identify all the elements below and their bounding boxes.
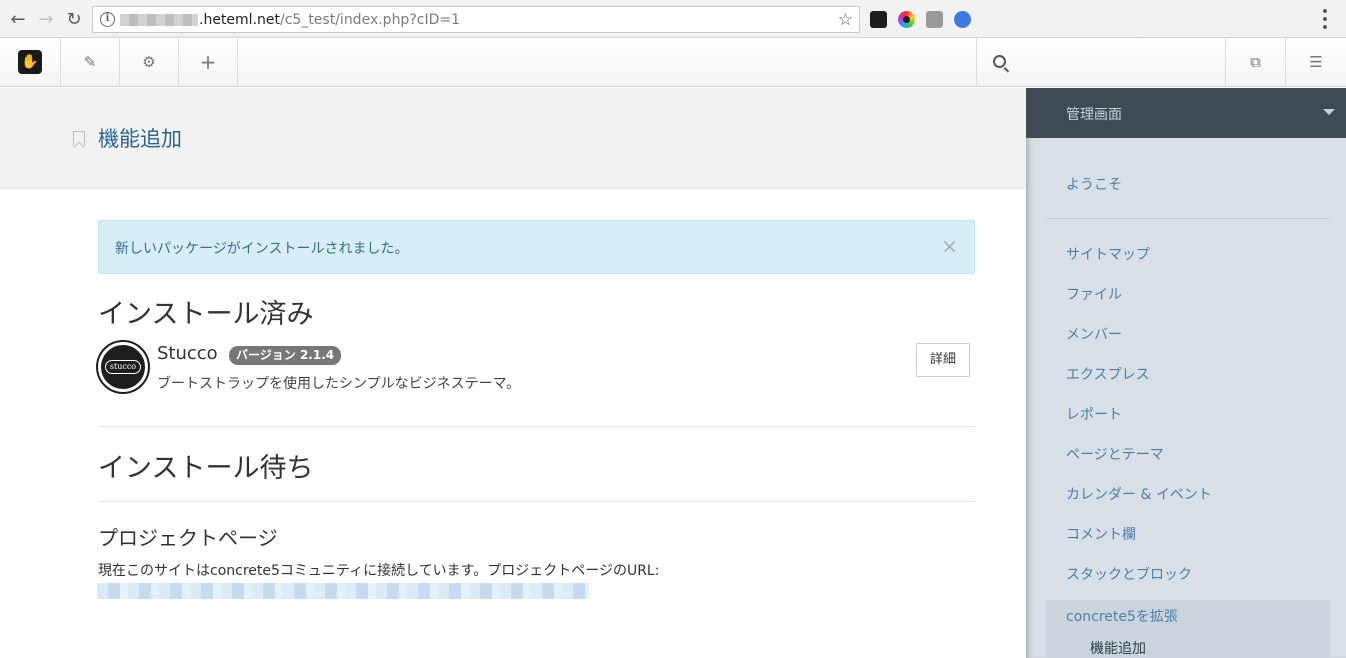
search-icon <box>993 55 1006 68</box>
sidebar-item-welcome[interactable]: ようこそ <box>1066 174 1122 194</box>
sidebar-item-extend[interactable]: concrete5を拡張 <box>1066 606 1178 626</box>
sidebar-item-files[interactable]: ファイル <box>1066 284 1122 304</box>
sidebar-item-comments[interactable]: コメント欄 <box>1066 524 1136 544</box>
sidebar-item-stacks-blocks[interactable]: スタックとブロック <box>1066 564 1192 584</box>
bookmark-star-icon[interactable]: ☆ <box>838 10 853 30</box>
sidebar-item-express[interactable]: エクスプレス <box>1066 364 1150 384</box>
project-description: 現在このサイトはconcrete5コミュニティに接続しています。プロジェクトペー… <box>98 563 660 579</box>
caret-down-icon[interactable] <box>1323 109 1335 115</box>
reload-icon[interactable]: ↻ <box>64 9 84 30</box>
sidebar-item-members[interactable]: メンバー <box>1066 324 1122 344</box>
address-bar[interactable]: i .heteml.net/c5_test/index.php?cID=1 ☆ <box>92 6 860 33</box>
add-content-button[interactable]: + <box>179 38 238 86</box>
version-badge: バージョン 2.1.4 <box>229 346 342 365</box>
sidebar-item-pages-themes[interactable]: ページとテーマ <box>1066 444 1164 464</box>
installed-heading: インストール済み <box>98 299 314 330</box>
bookmark-icon[interactable] <box>73 131 85 146</box>
url-text[interactable]: .heteml.net/c5_test/index.php?cID=1 <box>199 12 460 28</box>
sidebar-item-calendar[interactable]: カレンダー & イベント <box>1066 484 1212 504</box>
cms-toolbar: ✋ ✎ ⚙ + ⧉ ☰ <box>0 38 1346 87</box>
edit-button[interactable]: ✎ <box>61 38 120 86</box>
package-description: ブートストラップを使用したシンプルなビジネステーマ。 <box>157 376 521 392</box>
logo-button[interactable]: ✋ <box>0 38 61 86</box>
sidebar-item-sitemap[interactable]: サイトマップ <box>1066 244 1150 264</box>
package-icon: stucco <box>98 342 148 392</box>
page-settings-button[interactable]: ⚙ <box>120 38 179 86</box>
sidebar-item-reports[interactable]: レポート <box>1066 404 1122 424</box>
divider <box>98 501 975 502</box>
sidebar-title: 管理画面 <box>1066 107 1122 123</box>
browser-menu-icon[interactable] <box>1322 9 1328 29</box>
divider <box>98 426 975 427</box>
dashboard-button[interactable]: ☰ <box>1286 38 1346 86</box>
sidebar-subitem-add-functionality[interactable]: 機能追加 <box>1090 638 1146 658</box>
success-alert: 新しいパッケージがインストールされました。 × <box>98 220 975 274</box>
page-title: 機能追加 <box>98 127 182 151</box>
forward-icon[interactable]: → <box>36 9 56 30</box>
project-page-heading: プロジェクトページ <box>98 526 278 550</box>
project-url-link[interactable] <box>97 583 589 599</box>
info-icon[interactable]: i <box>100 12 115 27</box>
camera-extension-icon[interactable] <box>926 11 943 28</box>
browser-toolbar: ← → ↻ i .heteml.net/c5_test/index.php?cI… <box>0 0 1346 38</box>
sidebar-header[interactable]: 管理画面 <box>1026 88 1346 138</box>
search-field[interactable] <box>976 38 1226 86</box>
color-picker-extension-icon[interactable] <box>898 11 915 28</box>
pencil-icon: ✎ <box>83 53 97 71</box>
sidebar-divider <box>1046 218 1330 219</box>
plus-icon: + <box>199 50 217 74</box>
blue-extension-icon[interactable] <box>954 11 971 28</box>
pages-icon: ⧉ <box>1250 53 1261 71</box>
details-button[interactable]: 詳細 <box>916 343 970 377</box>
back-icon[interactable]: ← <box>8 9 28 30</box>
gear-icon: ⚙ <box>142 53 156 71</box>
sitemap-button[interactable]: ⧉ <box>1226 38 1286 86</box>
package-icon-label: stucco <box>105 360 141 374</box>
sliders-icon: ☰ <box>1309 53 1323 71</box>
alert-message: 新しいパッケージがインストールされました。 <box>115 241 409 257</box>
pending-heading: インストール待ち <box>98 453 314 484</box>
url-redacted <box>120 14 198 26</box>
close-icon[interactable]: × <box>941 236 958 256</box>
extension-icon[interactable] <box>870 11 887 28</box>
package-name: Stucco <box>157 343 218 364</box>
concrete5-logo-icon: ✋ <box>18 50 42 74</box>
dashboard-sidebar: 管理画面 ようこそ サイトマップ ファイル メンバー エクスプレス レポート ペ… <box>1026 88 1346 658</box>
